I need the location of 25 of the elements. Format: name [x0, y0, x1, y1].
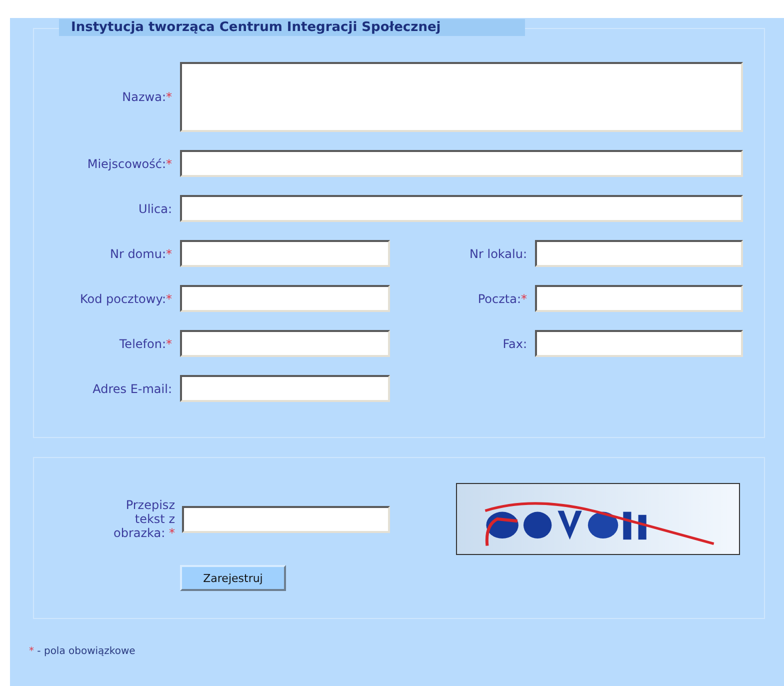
- input-field[interactable]: [535, 285, 743, 312]
- input-field[interactable]: [180, 240, 390, 267]
- input-field[interactable]: [180, 195, 743, 222]
- input-field[interactable]: [180, 285, 390, 312]
- field-label: Ulica:: [138, 202, 172, 216]
- register-button[interactable]: Zarejestruj: [180, 565, 286, 591]
- section-legend: Instytucja tworząca Centrum Integracji Społecznej: [59, 19, 525, 36]
- input-field[interactable]: [180, 375, 390, 402]
- field-label: Miejscowość:*: [87, 156, 172, 170]
- field-label: Adres E-mail:: [92, 382, 172, 396]
- field-label: Telefon:*: [119, 336, 172, 350]
- input-field[interactable]: [535, 240, 743, 267]
- field-label: Poczta:*: [478, 292, 527, 306]
- field-label: Nr lokalu:: [470, 246, 527, 260]
- input-field[interactable]: [180, 150, 743, 177]
- required-note: * - pola obowiązkowe: [29, 646, 136, 657]
- name-textarea[interactable]: [180, 62, 743, 132]
- field-label: Przepisz tekst z obrazka: *: [112, 498, 175, 540]
- input-field[interactable]: [180, 330, 390, 357]
- input-field[interactable]: [535, 330, 743, 357]
- field-label: Nr domu:*: [110, 246, 172, 260]
- field-label: Nazwa:*: [122, 90, 172, 104]
- field-label: Kod pocztowy:*: [80, 292, 172, 306]
- captcha-input[interactable]: [182, 506, 390, 532]
- field-label: Fax:: [502, 336, 527, 350]
